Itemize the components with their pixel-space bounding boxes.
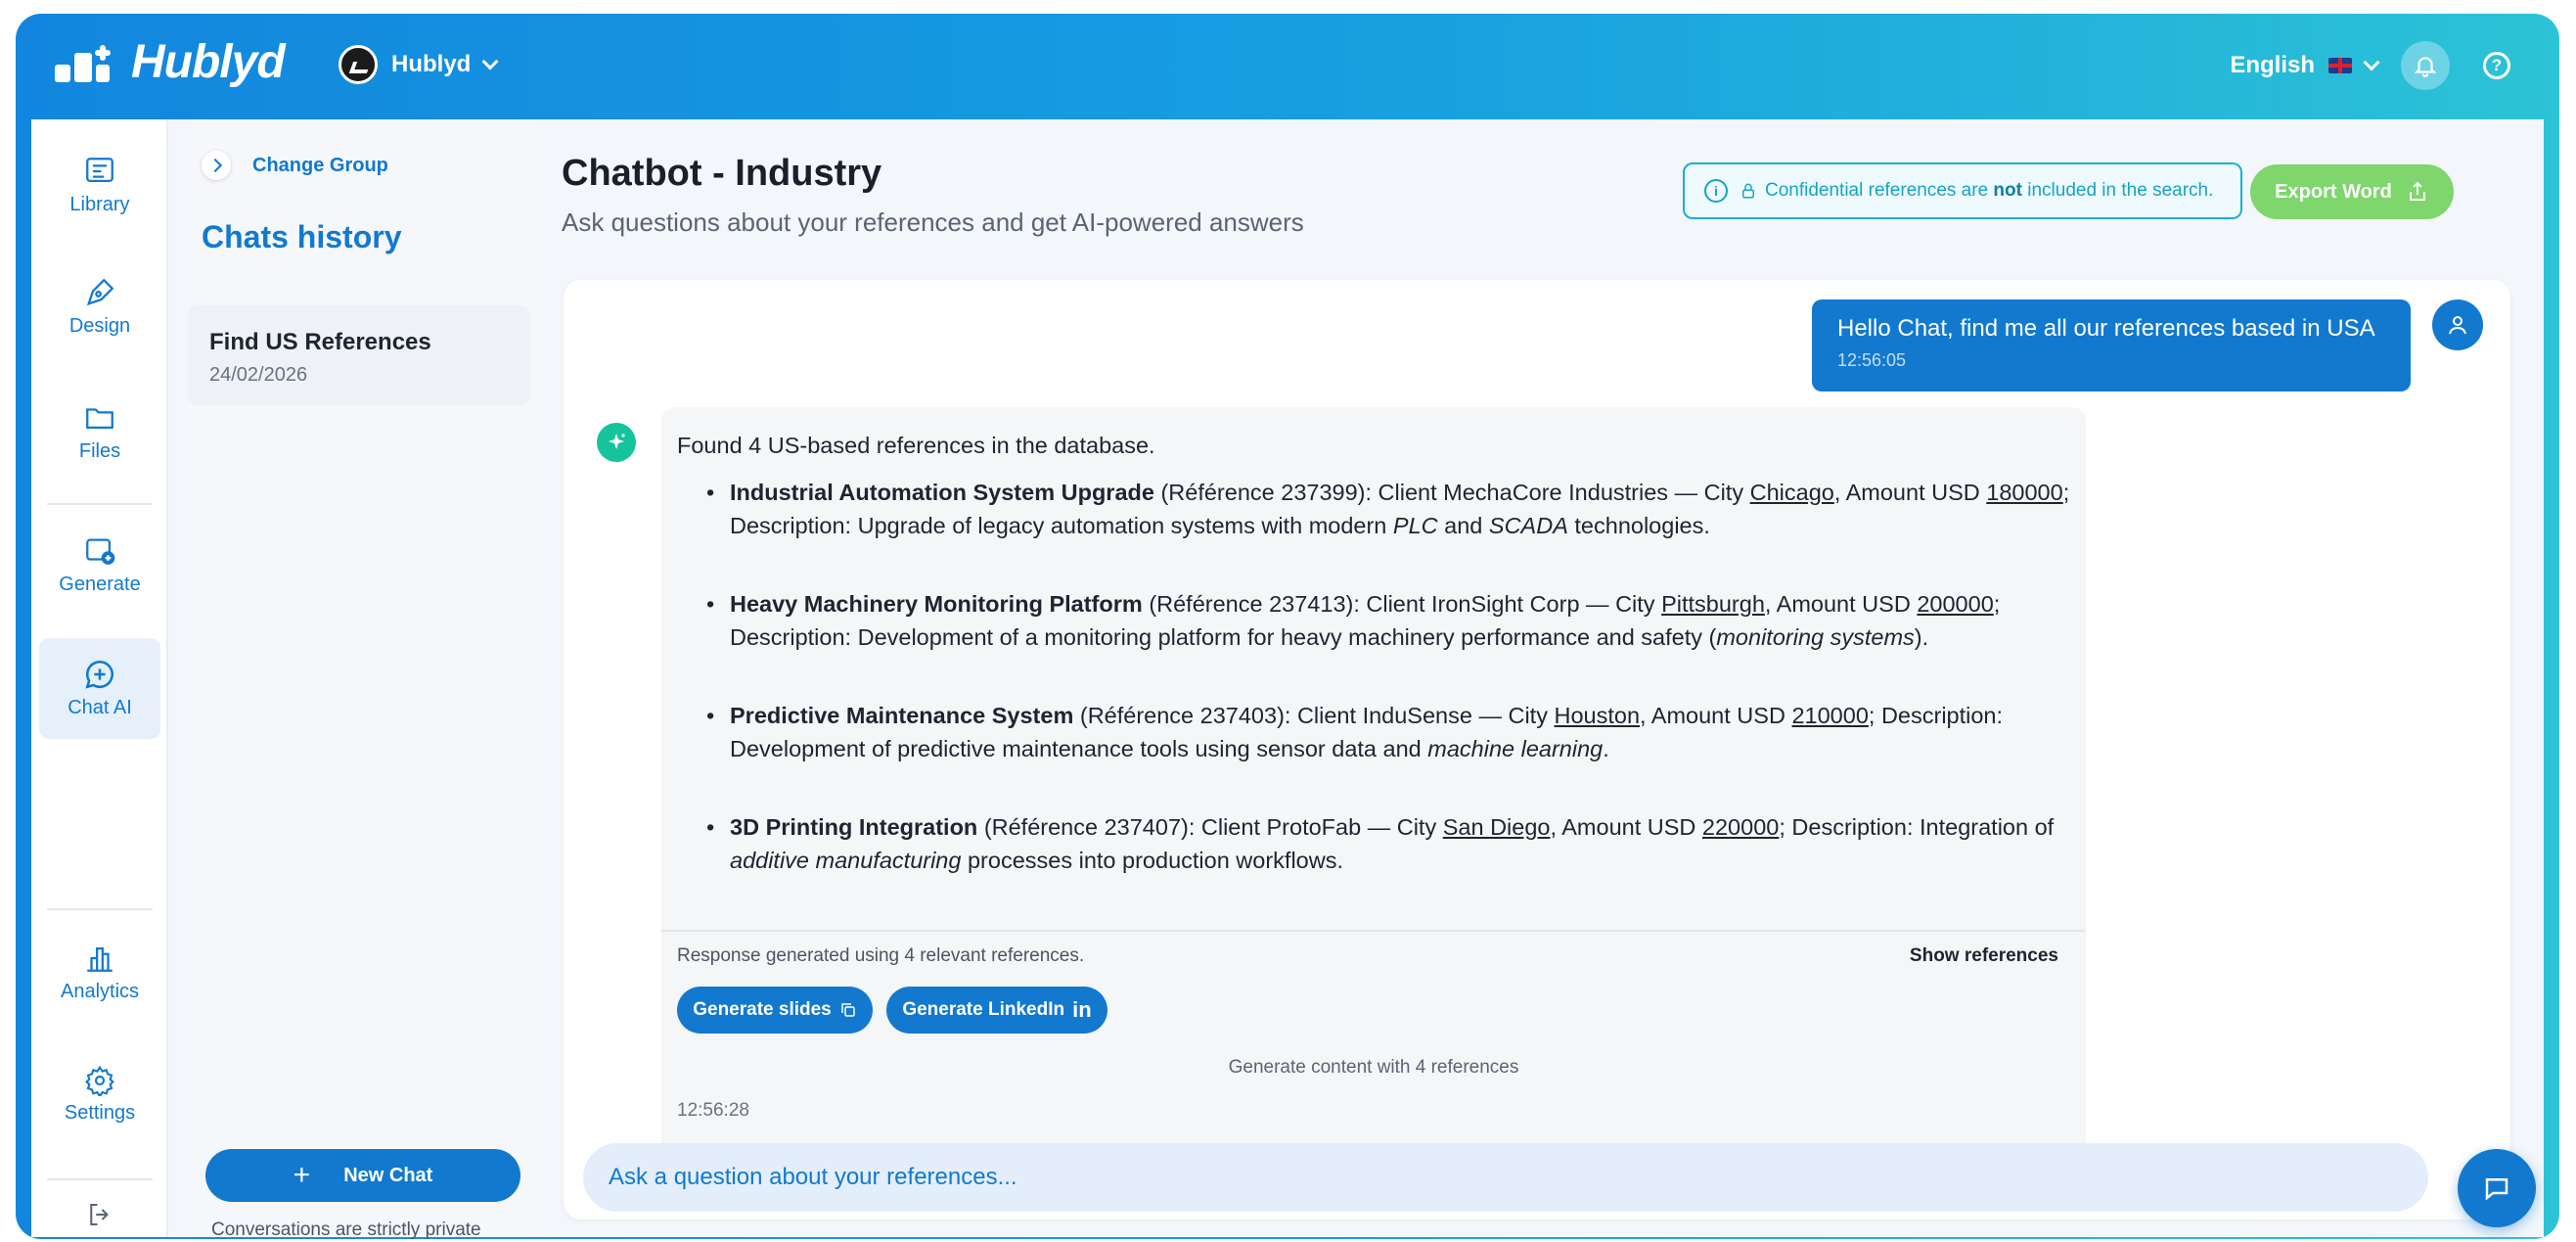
user-avatar: [2432, 299, 2483, 350]
lock-icon: [1742, 183, 1754, 199]
chat-send-button[interactable]: [2458, 1149, 2536, 1227]
generate-note: Generate content with 4 references: [1228, 1057, 1519, 1078]
question-input[interactable]: Ask a question about your references...: [583, 1143, 2428, 1212]
notifications-button[interactable]: [2401, 41, 2450, 90]
user-message: Hello Chat, find me all our references b…: [1812, 299, 2411, 391]
copy-icon: [841, 1003, 855, 1017]
chat-history-panel: Change Group Chats history Find US Refer…: [188, 119, 540, 1239]
library-icon: [86, 158, 113, 183]
page-title: Chatbot - Industry: [562, 153, 882, 194]
bot-timestamp: 12:56:28: [677, 1100, 749, 1121]
bot-response-card: Found 4 US-based references in the datab…: [661, 407, 2086, 1171]
top-bar: Hublyd Hublyd English ?: [16, 14, 2559, 119]
reference-item: 3D Printing Integration (Référence 23740…: [677, 810, 2076, 877]
rail-item-library[interactable]: Library: [39, 155, 160, 216]
folder-icon: [86, 408, 113, 430]
change-group-button[interactable]: Change Group: [202, 151, 388, 180]
generate-linkedin-button[interactable]: Generate LinkedIn in: [886, 987, 1107, 1034]
chevron-down-icon[interactable]: [2363, 54, 2380, 71]
page-subtitle: Ask questions about your references and …: [562, 207, 1304, 237]
org-avatar: [339, 45, 378, 84]
nav-rail: Library Design Files Generate Chat AI An…: [31, 119, 168, 1237]
logo[interactable]: Hublyd: [55, 35, 286, 89]
chat-item-date: 24/02/2026: [209, 364, 308, 386]
logo-text: Hublyd: [131, 36, 286, 88]
chat-history-item[interactable]: Find US References 24/02/2026: [188, 305, 530, 405]
org-name: Hublyd: [391, 51, 472, 77]
rail-item-chat-ai[interactable]: Chat AI: [39, 638, 160, 739]
chat-plus-icon: [85, 660, 113, 689]
response-note: Response generated using 4 relevant refe…: [677, 945, 1085, 966]
pen-icon: [86, 278, 114, 306]
info-icon: i: [1704, 179, 1728, 203]
language-selector[interactable]: English: [2230, 52, 2315, 79]
generate-icon: [86, 538, 115, 565]
chevron-right-icon: [202, 151, 231, 180]
reference-item: Predictive Maintenance System (Référence…: [677, 699, 2076, 765]
private-note: Conversations are strictly private: [211, 1219, 481, 1239]
bot-intro: Found 4 US-based references in the datab…: [677, 433, 1155, 458]
uk-flag-icon: [2328, 58, 2352, 73]
reference-item: Heavy Machinery Monitoring Platform (Réf…: [677, 587, 2076, 654]
user-icon: [2449, 316, 2466, 335]
bell-icon: [2414, 57, 2437, 77]
logout-button[interactable]: [39, 1200, 160, 1235]
sparkle-icon: [609, 434, 625, 449]
app-body: Library Design Files Generate Chat AI An…: [31, 119, 2544, 1239]
bot-avatar: [597, 423, 636, 462]
org-switcher[interactable]: Hublyd: [339, 45, 499, 84]
divider: [661, 930, 2086, 932]
bot-response-body: Found 4 US-based references in the datab…: [677, 429, 2076, 922]
conversation-panel: Hello Chat, find me all our references b…: [564, 280, 2510, 1219]
rail-item-design[interactable]: Design: [39, 276, 160, 338]
rail-item-generate[interactable]: Generate: [39, 534, 160, 596]
gear-icon: [85, 1065, 114, 1096]
rail-divider: [47, 908, 153, 910]
bar-chart-icon: [87, 946, 113, 972]
rail-divider: [47, 1178, 153, 1180]
chevron-down-icon: [481, 53, 499, 70]
confidential-banner: i Confidential references are not includ…: [1683, 162, 2242, 219]
rail-item-files[interactable]: Files: [39, 401, 160, 463]
new-chat-button[interactable]: + New Chat: [205, 1149, 520, 1202]
app-frame: Hublyd Hublyd English ? Library Design F…: [16, 14, 2559, 1239]
show-references-link[interactable]: Show references: [1910, 945, 2058, 967]
top-right-controls: English ?: [2230, 41, 2510, 90]
generate-slides-button[interactable]: Generate slides: [677, 987, 873, 1034]
linkedin-icon: in: [1072, 997, 1092, 1022]
plus-icon: +: [293, 1159, 311, 1191]
logout-icon: [90, 1204, 109, 1225]
chat-main: Chatbot - Industry Ask questions about y…: [560, 119, 2544, 1237]
reference-item: Industrial Automation System Upgrade (Ré…: [677, 476, 2076, 542]
history-title: Chats history: [202, 219, 402, 254]
reference-list: Industrial Automation System Upgrade (Ré…: [677, 476, 2076, 877]
logo-icon: [55, 43, 117, 82]
chat-item-title: Find US References: [209, 329, 431, 355]
export-word-button[interactable]: Export Word: [2250, 164, 2454, 219]
chat-bubble-icon: [2485, 1178, 2508, 1201]
help-icon[interactable]: ?: [2483, 52, 2510, 79]
share-icon: [2409, 181, 2425, 201]
rail-divider: [47, 503, 153, 505]
rail-item-analytics[interactable]: Analytics: [39, 942, 160, 1003]
rail-item-settings[interactable]: Settings: [39, 1065, 160, 1125]
